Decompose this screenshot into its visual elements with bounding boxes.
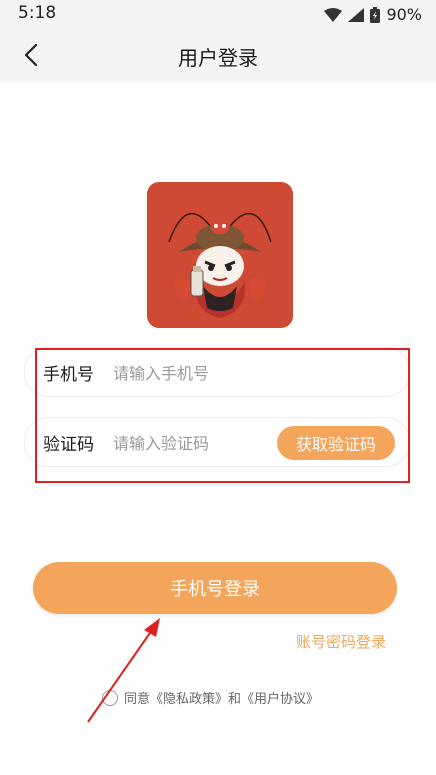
status-bar: 5:18 90% <box>0 0 436 28</box>
agreement-prefix: 同意 <box>124 692 151 707</box>
phone-login-button[interactable]: 手机号登录 <box>33 562 397 614</box>
app-logo <box>147 182 293 328</box>
phone-label: 手机号 <box>43 365 94 385</box>
agreement-conjunction: 和 <box>228 692 242 707</box>
battery-percentage: 90% <box>386 5 422 24</box>
phone-input[interactable] <box>111 356 385 390</box>
user-agreement-link[interactable]: 《用户协议》 <box>241 692 319 707</box>
status-time: 5:18 <box>18 3 57 23</box>
password-login-link[interactable]: 账号密码登录 <box>296 631 386 652</box>
privacy-policy-link[interactable]: 《隐私政策》 <box>150 692 228 707</box>
get-verification-code-button[interactable]: 获取验证码 <box>277 426 395 460</box>
signal-icon <box>348 7 365 22</box>
agreement-radio[interactable] <box>102 689 118 706</box>
agreement-text: 同意《隐私政策》和《用户协议》 <box>124 688 319 707</box>
verification-code-row: 验证码 获取验证码 <box>24 417 410 467</box>
phone-row: 手机号 <box>24 347 410 397</box>
wifi-icon <box>324 7 343 22</box>
page-title: 用户登录 <box>178 46 258 70</box>
agreement-row: 同意《隐私政策》和《用户协议》 <box>102 688 319 707</box>
crayfish-mascot-image <box>168 212 272 318</box>
verification-code-label: 验证码 <box>43 435 94 455</box>
status-icons: 90% <box>324 5 422 24</box>
verification-code-input[interactable] <box>111 426 295 460</box>
navbar: 用户登录 <box>0 28 436 82</box>
battery-icon <box>370 6 381 23</box>
